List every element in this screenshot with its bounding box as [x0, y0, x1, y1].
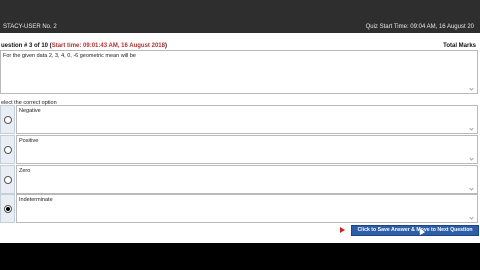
top-status-bar: STACY-USER No. 2 Quiz Start Time: 09:04 …: [0, 0, 480, 33]
radio-button[interactable]: [4, 176, 12, 184]
radio-cell[interactable]: [0, 105, 15, 134]
resize-handle-icon[interactable]: [469, 186, 474, 191]
arrow-right-icon: [340, 227, 345, 233]
total-marks-label: Total Marks: [443, 43, 476, 49]
option-text-box: Zero: [16, 165, 478, 194]
question-text: For the given data 2, 3, 4, 0, -6 geomet…: [3, 53, 136, 59]
question-number-close: ): [164, 43, 167, 49]
quiz-panel: uestion # 3 of 10 (Start time: 09:01:43 …: [0, 33, 480, 243]
option-text-box: Indeterminate: [16, 194, 478, 223]
option-text: Negative: [19, 108, 41, 114]
option-text: Positive: [19, 138, 39, 144]
radio-button[interactable]: [4, 146, 12, 154]
radio-cell[interactable]: [0, 194, 15, 223]
radio-button-selected[interactable]: [4, 205, 12, 213]
option-row-zero: Zero: [0, 165, 480, 194]
option-row-negative: Negative: [0, 105, 480, 134]
resize-handle-icon[interactable]: [469, 215, 474, 220]
option-row-positive: Positive: [0, 135, 480, 164]
option-row-indeterminate: Indeterminate: [0, 194, 480, 223]
quiz-start-time: Quiz Start Time: 09:04 AM, 16 August 20: [365, 24, 474, 30]
start-time: Start time: 09:01:43 AM, 16 August 2018: [51, 43, 165, 49]
resize-handle-icon[interactable]: [469, 86, 474, 91]
question-number-label: uestion # 3 of 10 (: [1, 43, 52, 49]
radio-cell[interactable]: [0, 165, 15, 194]
radio-cell[interactable]: [0, 135, 15, 164]
save-and-next-button[interactable]: Click to Save Answer & Move to Next Ques…: [351, 225, 479, 236]
resize-handle-icon[interactable]: [469, 156, 474, 161]
bottom-letterbox: [0, 243, 480, 270]
resize-handle-icon[interactable]: [469, 126, 474, 131]
radio-button[interactable]: [4, 116, 12, 124]
user-id-label: STACY-USER No. 2: [3, 24, 57, 30]
option-text: Zero: [19, 168, 31, 174]
option-text-box: Negative: [16, 105, 478, 134]
question-text-area[interactable]: For the given data 2, 3, 4, 0, -6 geomet…: [0, 50, 478, 94]
option-text-box: Positive: [16, 135, 478, 164]
option-text: Indeterminate: [19, 197, 53, 203]
question-number: uestion # 3 of 10 (Start time: 09:01:43 …: [1, 43, 167, 49]
submit-area: Click to Save Answer & Move to Next Ques…: [340, 225, 480, 237]
